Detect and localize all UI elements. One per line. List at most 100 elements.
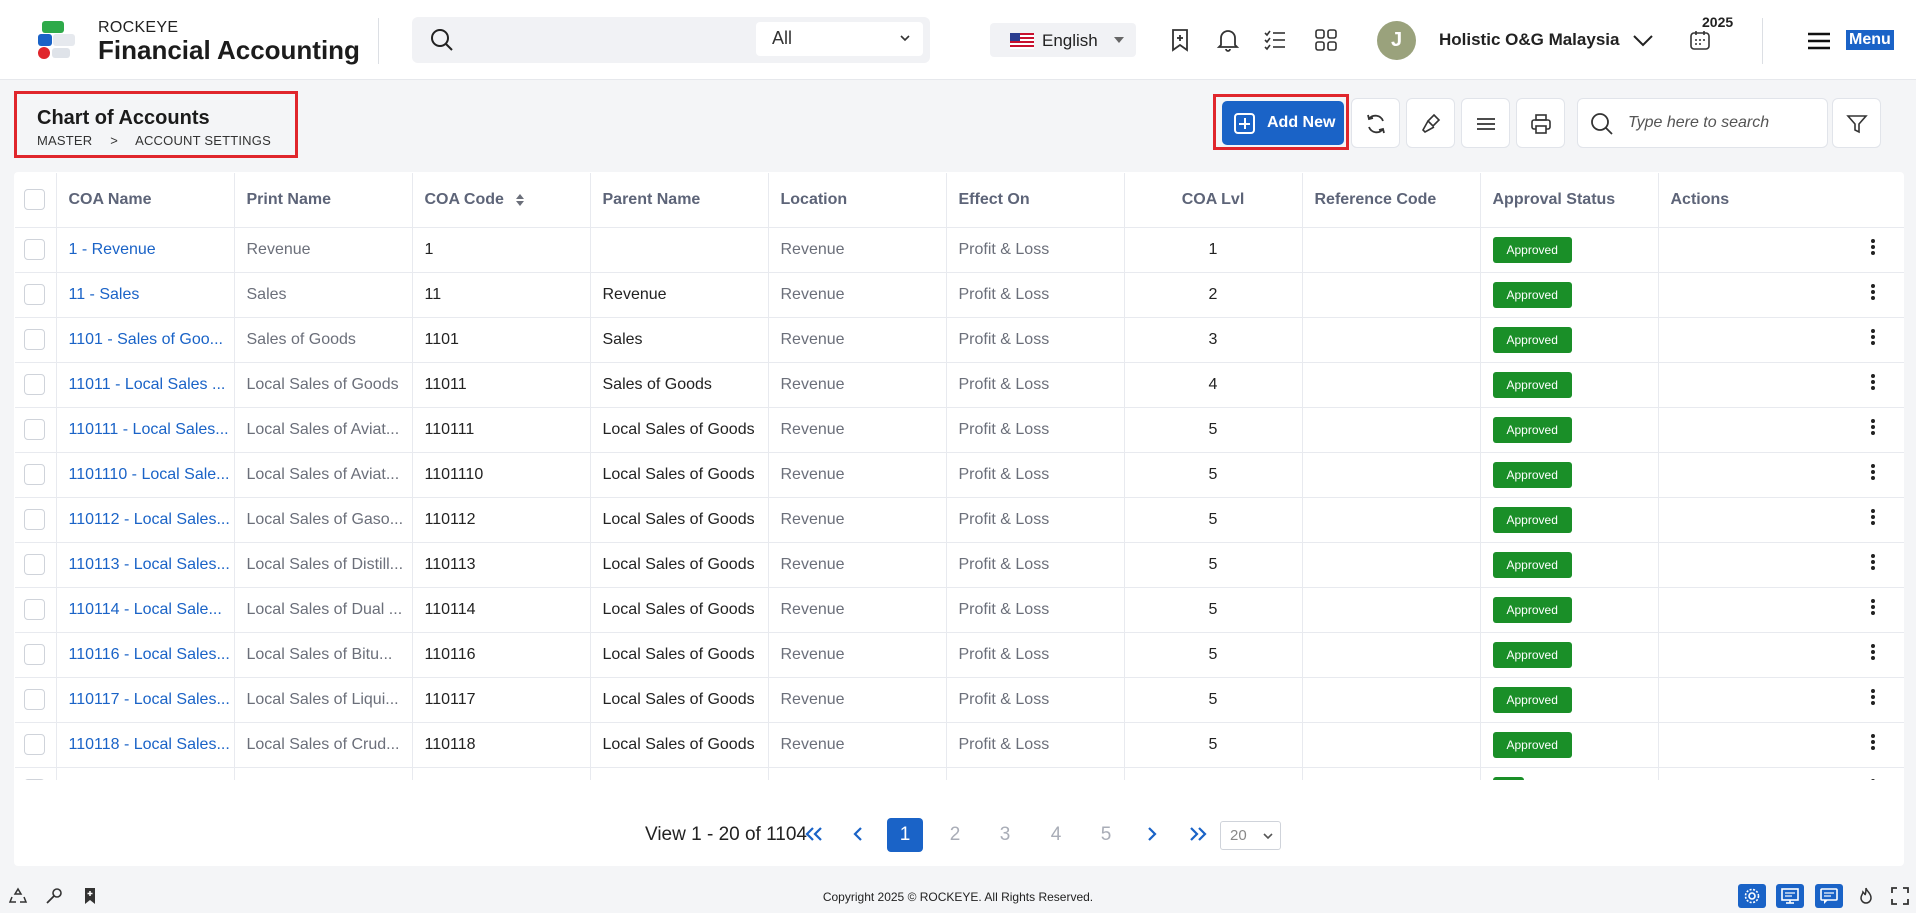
columns-button[interactable] [1461,98,1510,148]
settings-button[interactable] [1738,884,1766,908]
table-row[interactable]: 110117 - Local Sales... Local Sales of Li… [15,677,1904,723]
page-2-button[interactable]: 2 [937,818,973,852]
coa-name-cell[interactable]: 11011 - Local Sales ... [56,362,235,408]
coa-name-cell[interactable]: 110112 - Local Sales... [56,497,235,543]
clear-button[interactable] [1406,98,1455,148]
column-header-coa-name[interactable]: COA Name [56,173,235,228]
coa-name-cell[interactable]: 110114 - Local Sale... [56,587,235,633]
first-page-icon[interactable] [804,826,824,842]
coa-name-cell[interactable]: 110111 - Local Sales... [56,407,235,453]
page-1-button[interactable]: 1 [887,818,923,852]
kebab-icon[interactable] [1870,507,1876,527]
table-scroll-area[interactable]: COA Name Print Name COA Code Parent Name… [14,172,1904,780]
bookmark-add-icon[interactable] [1167,27,1193,53]
company-name[interactable]: Holistic O&G Malaysia [1439,30,1619,50]
table-row[interactable]: 1101 - Sales of Goo... Sales of Goods 1101… [15,317,1904,363]
table-row[interactable]: 1101110 - Local Sale... Local Sales of Av… [15,452,1904,498]
next-page-icon[interactable] [1146,826,1158,842]
kebab-icon[interactable] [1870,777,1876,780]
column-header-parent-name[interactable]: Parent Name [590,173,769,228]
presentation-button[interactable] [1776,884,1804,908]
breadcrumb-item[interactable]: ACCOUNT SETTINGS [135,133,271,148]
calendar-icon[interactable] [1688,28,1712,52]
row-checkbox[interactable] [24,464,45,485]
breadcrumb-item[interactable]: MASTER [37,133,92,148]
menu-button[interactable]: Menu [1846,30,1894,50]
column-header-location[interactable]: Location [768,173,947,228]
chevron-down-icon[interactable] [1630,28,1656,54]
refresh-button[interactable] [1351,98,1400,148]
page-size-select[interactable]: 20 [1220,821,1281,850]
search-scope-select[interactable]: All [756,22,923,56]
bell-icon[interactable] [1215,27,1241,53]
kebab-icon[interactable] [1870,732,1876,752]
previous-page-icon[interactable] [852,826,864,842]
filter-button[interactable] [1832,98,1881,148]
row-checkbox[interactable] [24,554,45,575]
kebab-icon[interactable] [1870,597,1876,617]
kebab-icon[interactable] [1870,372,1876,392]
sort-icon[interactable] [515,193,524,206]
coa-name-cell[interactable]: 110116 - Local Sales... [56,632,235,678]
hamburger-icon[interactable] [1806,28,1832,54]
row-checkbox[interactable] [24,329,45,350]
table-row[interactable]: 110114 - Local Sale... Local Sales of Dua… [15,587,1904,633]
column-header-coa-lvl[interactable]: COA Lvl [1124,173,1303,228]
actions-cell [1658,272,1904,318]
coa-name-cell[interactable]: 110118 - Local Sales... [56,722,235,768]
coa-name-cell[interactable]: 110117 - Local Sales... [56,677,235,723]
column-header-effect-on[interactable]: Effect On [946,173,1125,228]
column-header-coa-code[interactable]: COA Code [412,173,591,228]
kebab-icon[interactable] [1870,237,1876,257]
select-all-checkbox[interactable] [24,189,45,211]
row-checkbox[interactable] [24,689,45,710]
last-page-icon[interactable] [1188,826,1208,842]
column-header-print-name[interactable]: Print Name [234,173,413,228]
column-header-approval-status[interactable]: Approval Status [1480,173,1659,228]
kebab-icon[interactable] [1870,282,1876,302]
fire-icon[interactable] [1856,886,1876,906]
row-checkbox[interactable] [24,284,45,305]
table-row[interactable]: 110113 - Local Sales... Local Sales of Di… [15,542,1904,588]
kebab-icon[interactable] [1870,687,1876,707]
apps-grid-icon[interactable] [1313,27,1339,53]
kebab-icon[interactable] [1870,417,1876,437]
row-checkbox[interactable] [24,239,45,260]
table-row[interactable]: 1 - Revenue Revenue 1 Revenue Profit & Loss 1… [15,227,1904,273]
kebab-icon[interactable] [1870,642,1876,662]
print-button[interactable] [1516,98,1565,148]
language-select[interactable]: English [990,23,1136,57]
grid-search-input[interactable] [1628,111,1818,135]
kebab-icon[interactable] [1870,462,1876,482]
table-row[interactable]: 110116 - Local Sales... Local Sales of Bi… [15,632,1904,678]
page-5-button[interactable]: 5 [1088,818,1124,852]
coa-name-cell[interactable]: 1 - Revenue [56,227,235,273]
coa-name-cell[interactable]: 110113 - Local Sales... [56,542,235,588]
kebab-icon[interactable] [1870,327,1876,347]
row-checkbox[interactable] [24,599,45,620]
row-checkbox[interactable] [24,734,45,755]
table-row[interactable]: 11011 - Local Sales ... Local Sales of Go… [15,362,1904,408]
row-checkbox[interactable] [24,779,45,780]
table-row[interactable]: 110112 - Local Sales... Local Sales of Ga… [15,497,1904,543]
table-row[interactable]: 110111 - Local Sales... Local Sales of Av… [15,407,1904,453]
row-checkbox[interactable] [24,419,45,440]
table-row[interactable]: 11 - Sales Sales 11 Revenue Revenue Profit & … [15,272,1904,318]
row-checkbox[interactable] [24,509,45,530]
chat-button[interactable] [1815,884,1843,908]
coa-name-cell[interactable]: 1101 - Sales of Goo... [56,317,235,363]
fullscreen-icon[interactable] [1890,886,1910,906]
table-row[interactable]: 110118 - Local Sales... Local Sales of Cr… [15,722,1904,768]
checklist-icon[interactable] [1262,27,1288,53]
row-checkbox[interactable] [24,644,45,665]
add-new-button[interactable]: Add New [1222,101,1344,145]
user-avatar[interactable]: J [1377,21,1416,60]
grid-search[interactable] [1577,98,1828,148]
page-3-button[interactable]: 3 [987,818,1023,852]
coa-name-cell[interactable]: 11 - Sales [56,272,235,318]
kebab-icon[interactable] [1870,552,1876,572]
column-header-reference-code[interactable]: Reference Code [1302,173,1481,228]
page-4-button[interactable]: 4 [1038,818,1074,852]
row-checkbox[interactable] [24,374,45,395]
coa-name-cell[interactable]: 1101110 - Local Sale... [56,452,235,498]
